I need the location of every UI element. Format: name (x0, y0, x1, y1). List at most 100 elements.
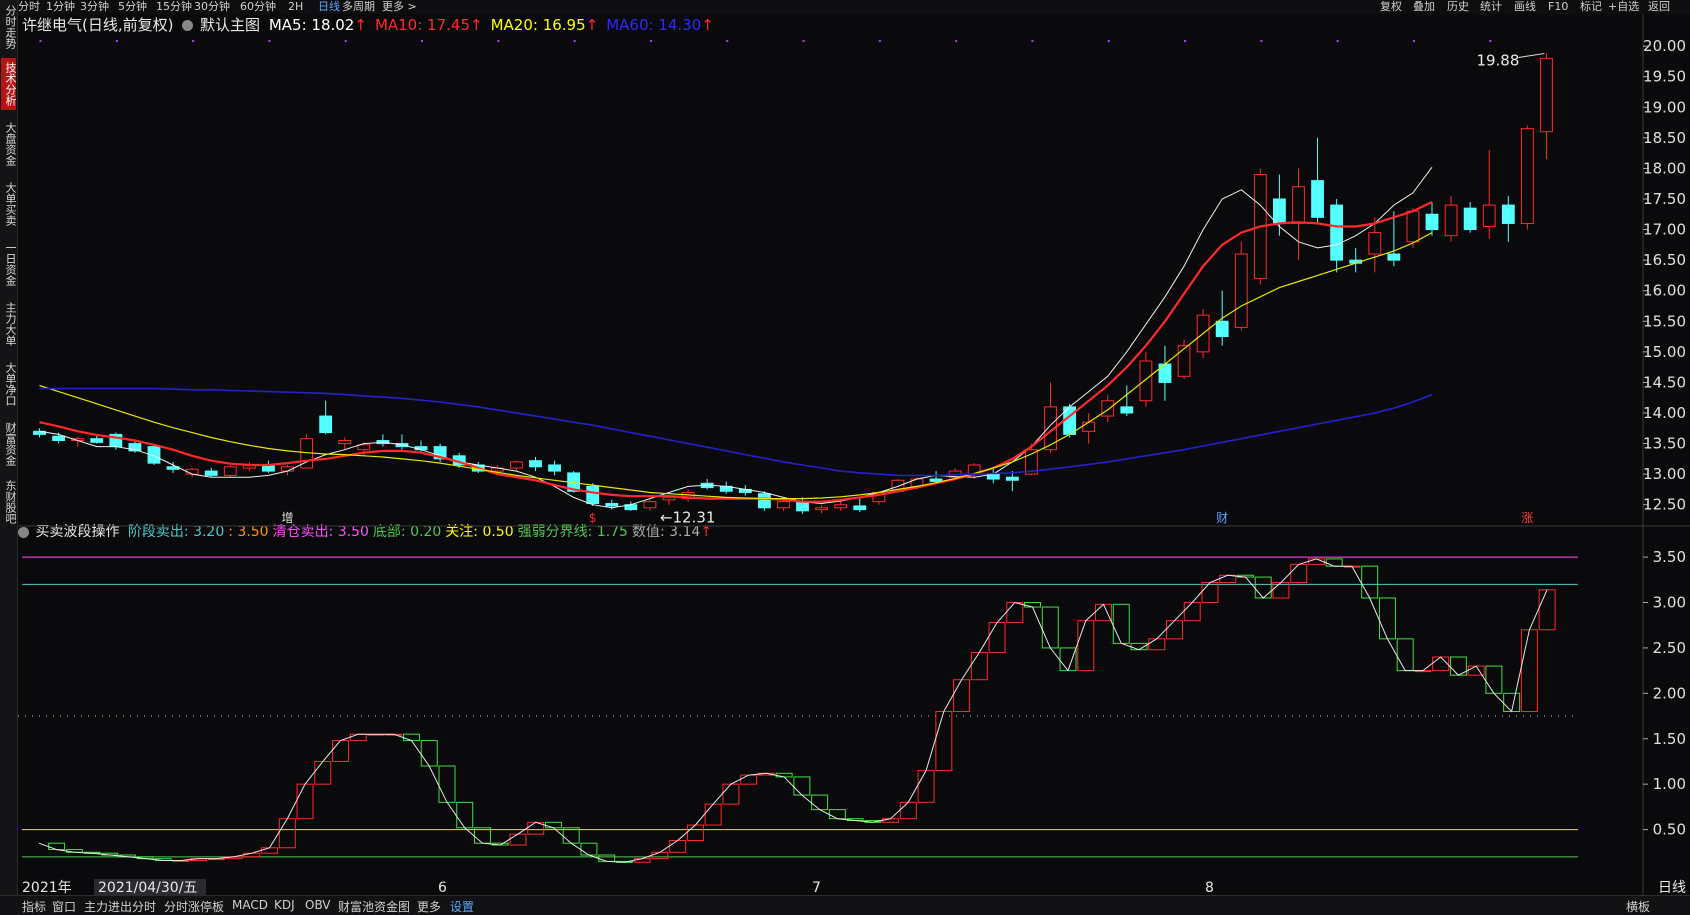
event-dot (1489, 40, 1492, 42)
price-tick-label: 19.00 (1643, 98, 1686, 116)
event-dot (726, 40, 729, 42)
candle-body (1406, 210, 1420, 243)
bottom-tab-2[interactable]: 主力进出分时 (84, 898, 156, 915)
high-price-label: 19.88 (1476, 51, 1519, 69)
indicator-box (1378, 597, 1396, 640)
indicator-box (953, 679, 971, 712)
indicator-value-line (38, 558, 1548, 863)
indicator-box (1361, 565, 1379, 599)
candle-body (1482, 204, 1496, 227)
candle-body (1120, 406, 1134, 414)
chart-canvas[interactable]: 20.00 19.50 19.00 18.50 18.00 17.50 17.00 16.50… (0, 0, 1690, 914)
period-label: 日线 (1658, 880, 1686, 896)
candle-body (52, 435, 66, 442)
event-dot (1260, 40, 1263, 42)
candle-body (509, 461, 523, 469)
bottom-tab-9[interactable]: 设置 (450, 898, 474, 915)
candle-body (662, 496, 676, 501)
bottom-tab-0[interactable]: 指标 (22, 898, 46, 915)
candle-body (204, 470, 218, 476)
candle-body (1177, 345, 1191, 377)
indicator-box (243, 852, 261, 858)
indicator-box (1148, 638, 1166, 651)
indicator-box (828, 809, 846, 820)
indicator-tick-label: 2.50 (1653, 639, 1686, 657)
candle-body (1444, 204, 1458, 237)
indicator-box (1538, 589, 1556, 631)
indicator-box (651, 851, 669, 860)
indicator-box (935, 711, 953, 772)
indicator-box (1432, 656, 1450, 672)
bottom-tab-8[interactable]: 更多 (417, 898, 441, 915)
indicator-box (1201, 582, 1219, 603)
candle-body (777, 501, 790, 509)
indicator-box (633, 858, 651, 863)
price-tick-label: 14.00 (1643, 404, 1686, 422)
bottom-tab-7[interactable]: 财富池资金图 (338, 898, 410, 915)
indicator-box (775, 772, 793, 778)
event-dot (1031, 40, 1034, 42)
candle-body (1330, 204, 1344, 261)
bottom-tab-4[interactable]: MACD (232, 898, 268, 912)
indicator-box (48, 842, 66, 851)
candle-body (1215, 320, 1229, 338)
candle-body (853, 505, 867, 511)
bottom-toolbar: 横板 指标 窗口 主力进出分时 分时涨停板 MACD KDJ OBV 财富池资金图 更多 设置 (0, 895, 1690, 915)
indicator-box (811, 794, 829, 811)
indicator-box (509, 833, 527, 846)
event-dot (1336, 40, 1339, 42)
event-dot (802, 40, 805, 42)
indicator-box (1077, 620, 1095, 672)
indicator-box (1059, 647, 1077, 672)
candle-body (90, 438, 104, 443)
x-axis-label: 2021/04/30/五 (98, 880, 197, 896)
indicator-box (261, 847, 279, 854)
indicator-box (1183, 602, 1201, 622)
event-dot (878, 40, 881, 42)
event-dot (1184, 40, 1187, 42)
event-dot (955, 40, 958, 42)
candle-body (929, 478, 943, 482)
bottom-tab-1[interactable]: 窗口 (52, 898, 76, 915)
price-tick-label: 15.50 (1643, 312, 1686, 330)
candle-body (357, 444, 371, 451)
low-price-label: ←12.31 (660, 508, 716, 526)
candle-body (338, 440, 352, 445)
indicator-box (988, 621, 1006, 653)
indicator-tick-label: 1.00 (1653, 775, 1686, 793)
indicator-box (669, 839, 687, 853)
indicator-box (1024, 602, 1042, 608)
bottom-tab-6[interactable]: OBV (305, 898, 331, 912)
price-tick-label: 12.50 (1643, 496, 1686, 514)
indicator-box (349, 733, 367, 742)
event-dot (115, 40, 118, 42)
indicator-box (544, 821, 562, 829)
event-marker: 财 (1216, 511, 1228, 525)
event-dot (573, 40, 576, 42)
candle-body (1368, 232, 1382, 255)
indicator-box (403, 733, 420, 742)
layout-toggle[interactable]: 横板 (1626, 898, 1650, 915)
candle-body (1139, 360, 1153, 402)
price-tick-label: 15.00 (1643, 343, 1686, 361)
indicator-box (704, 803, 722, 826)
indicator-box (1112, 603, 1130, 644)
event-dot (344, 40, 347, 42)
candle-body (529, 460, 542, 468)
event-dot (1412, 40, 1415, 42)
ma-line-ma5 (39, 166, 1433, 509)
indicator-box (438, 765, 456, 803)
candle-body (1234, 253, 1248, 328)
indicator-box (1166, 620, 1183, 640)
event-dot (1107, 40, 1110, 42)
bottom-tab-5[interactable]: KDJ (274, 898, 295, 912)
indicator-box (740, 774, 758, 785)
candle-body (223, 466, 237, 476)
bottom-tab-3[interactable]: 分时涨停板 (164, 898, 224, 915)
indicator-box (1095, 603, 1113, 622)
indicator-tick-label: 1.50 (1653, 730, 1686, 748)
indicator-box (1520, 629, 1538, 712)
candle-body (757, 493, 771, 509)
indicator-box (1503, 692, 1521, 712)
price-tick-label: 16.50 (1643, 251, 1686, 269)
